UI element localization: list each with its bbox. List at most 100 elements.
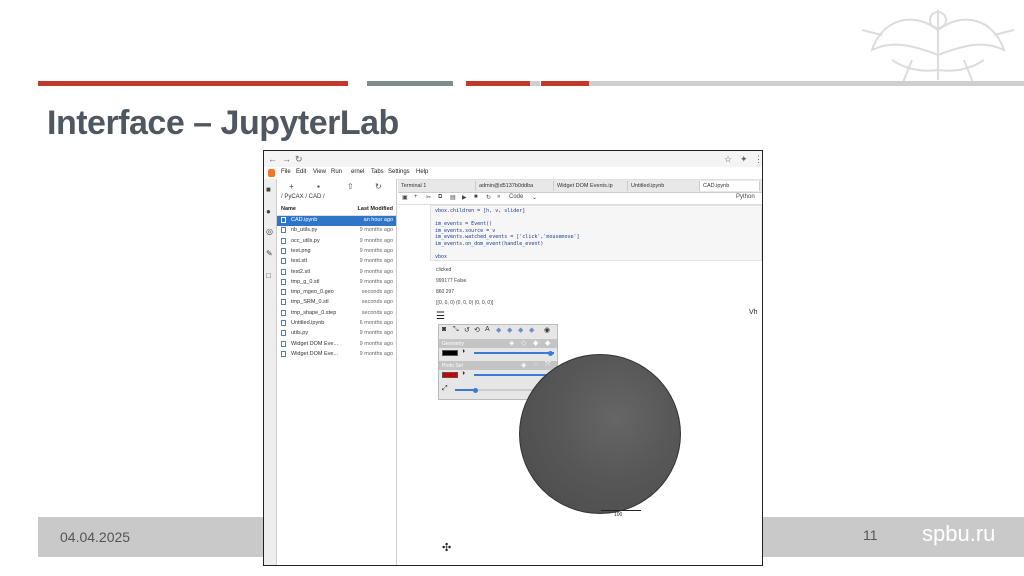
menu-help[interactable]: Help [416,169,428,175]
paste-icon[interactable]: ▤ [450,194,456,201]
point-size-slider-knob[interactable] [473,387,478,393]
orbit-icon[interactable]: ⟲ [474,326,480,334]
scale-label: 100 [614,512,623,518]
text-icon[interactable]: A [485,326,490,333]
file-row[interactable]: CAD.ipynb an hour ago [277,216,396,226]
points-move-icon[interactable]: ⤧ [545,361,551,369]
file-row[interactable]: test.stl 9 months ago [277,257,396,267]
pick-tool-icon[interactable]: ⤢ [442,385,448,393]
stop-icon[interactable]: ■ [474,194,478,200]
rotate-icon[interactable]: ↺ [464,326,470,334]
python-file-icon [281,227,286,234]
file-icon [281,350,286,357]
back-icon[interactable]: ← [268,154,277,164]
view-top-icon[interactable]: ◆ [518,326,523,334]
copy-icon[interactable]: ⧉ [438,194,442,201]
geometry-section-header[interactable]: Geometry ◈ ◇ ◆ ◆ [439,339,557,348]
save-icon[interactable]: ▣ [402,194,408,201]
add-cell-icon[interactable]: + [414,194,418,200]
menu-run[interactable]: Run [331,169,342,175]
tab-1[interactable]: admin@d5137b0ddba [476,181,554,191]
points-opacity-slider[interactable] [474,374,554,376]
breadcrumb[interactable]: / PyCAX / CAD / [281,194,325,200]
file-row[interactable]: Widget DOM Eve... 9 months ago [277,350,396,360]
file-row[interactable]: Untitled.ipynb 6 months ago [277,319,396,329]
fit-icon[interactable]: ⤡ [453,326,459,334]
kernel-name[interactable]: Python [736,194,755,200]
view-front-icon[interactable]: ◆ [496,326,501,334]
run-icon[interactable]: ▶ [462,194,467,201]
file-name: nb_utils.py [291,227,318,234]
file-modified: an hour ago [363,217,393,223]
file-row[interactable]: test2.stl 9 months ago [277,268,396,278]
folder-icon[interactable]: ■ [266,185,271,194]
restart-icon[interactable]: ↻ [486,194,491,201]
running-icon[interactable]: ● [266,207,271,216]
camera-icon[interactable]: ◙ [442,326,446,333]
palette-icon[interactable]: ◎ [266,227,273,236]
view-side-icon[interactable]: ◆ [507,326,512,334]
new-launcher-icon[interactable]: + [289,182,294,191]
tabs-icon[interactable]: □ [266,271,271,280]
solid-icon[interactable]: ◆ [533,339,538,347]
tab-3[interactable]: Untitled.ipynb [628,181,700,191]
extension-manager-icon[interactable]: ✎ [266,249,273,258]
file-row[interactable]: occ_utils.py 9 months ago [277,237,396,247]
chevron-down-icon[interactable]: ⌄ [532,194,537,201]
column-modified[interactable]: Last Modified [358,206,393,212]
file-row[interactable]: tmp_SRM_0.stl seconds ago [277,298,396,308]
file-row[interactable]: utils.py 9 months ago [277,329,396,339]
points-visibility-icon[interactable]: ◈ [521,361,526,369]
column-name[interactable]: Name [281,206,296,212]
points-section-header[interactable]: Proto Set ◈ ⁘ ⤧ [439,361,557,370]
spbu-emblem [861,10,1015,86]
geometry-color-swatch[interactable] [442,350,458,356]
site-link[interactable]: spbu.ru [922,521,995,547]
view-iso-icon[interactable]: ◆ [529,326,534,334]
forward-icon[interactable]: → [282,154,291,164]
menu-view[interactable]: View [313,169,326,175]
points-color-swatch[interactable] [442,372,458,378]
menu-kernel[interactable]: ernel [351,169,364,175]
menu-file[interactable]: File [281,169,291,175]
tab-2[interactable]: Widget DOM Events.ip [554,181,628,191]
menu-tabs[interactable]: Tabs [371,169,384,175]
refresh-icon[interactable]: ↻ [375,182,382,191]
file-row[interactable]: tmp_shape_0.step seconds ago [277,309,396,319]
geometry-opacity-slider-knob[interactable] [548,350,553,356]
file-row[interactable]: nb_utils.py 9 months ago [277,226,396,236]
cell-type-select[interactable]: Code [509,194,523,200]
menu-settings[interactable]: Settings [388,169,410,175]
new-folder-icon[interactable]: ▪ [317,182,320,191]
star-icon[interactable]: ☆ [724,154,732,165]
cut-icon[interactable]: ✂ [426,194,431,201]
wireframe-icon[interactable]: ◇ [521,339,526,347]
browser-menu-icon[interactable]: ⋮ [754,154,762,165]
reload-icon[interactable]: ↻ [295,154,303,165]
tab-0[interactable]: Terminal 1 [398,181,476,191]
file-row[interactable]: tmp_mgeo_0.geo seconds ago [277,288,396,298]
hamburger-menu-icon[interactable]: ☰ [436,311,445,322]
axes-gizmo-icon: ✣ [442,542,452,554]
file-icon [281,258,286,265]
slide-title: Interface – JupyterLab [47,104,399,142]
visibility-icon[interactable]: ◈ [509,339,514,347]
run-all-icon[interactable]: » [497,194,500,200]
file-row[interactable]: Widget DOM Eve... 9 months ago [277,340,396,350]
target-icon[interactable]: ◉ [544,326,550,334]
menu-edit[interactable]: Edit [296,169,306,175]
geometry-opacity-slider[interactable] [474,352,554,354]
file-row[interactable]: tmp_g_0.stl 9 months ago [277,278,396,288]
points-style-icon[interactable]: ⁘ [533,361,539,369]
point-size-slider[interactable] [455,389,475,391]
extension-icon[interactable]: ✦ [740,154,748,165]
sphere-3d-model[interactable] [519,354,681,514]
code-cell[interactable]: vbox.children = [h, v, slider] im_events … [430,205,762,261]
file-row[interactable]: test.png 9 months ago [277,247,396,257]
output-line: [(0, 0, 0) (0, 0, 0) (0, 0, 0)] [436,300,494,306]
edges-icon[interactable]: ◆ [545,339,550,347]
code-line: im_events.source = v [435,227,496,234]
tab-4[interactable]: CAD.ipynb [700,181,760,191]
upload-icon[interactable]: ⇧ [347,182,354,191]
points-opacity-icon: ◑ [461,370,466,377]
